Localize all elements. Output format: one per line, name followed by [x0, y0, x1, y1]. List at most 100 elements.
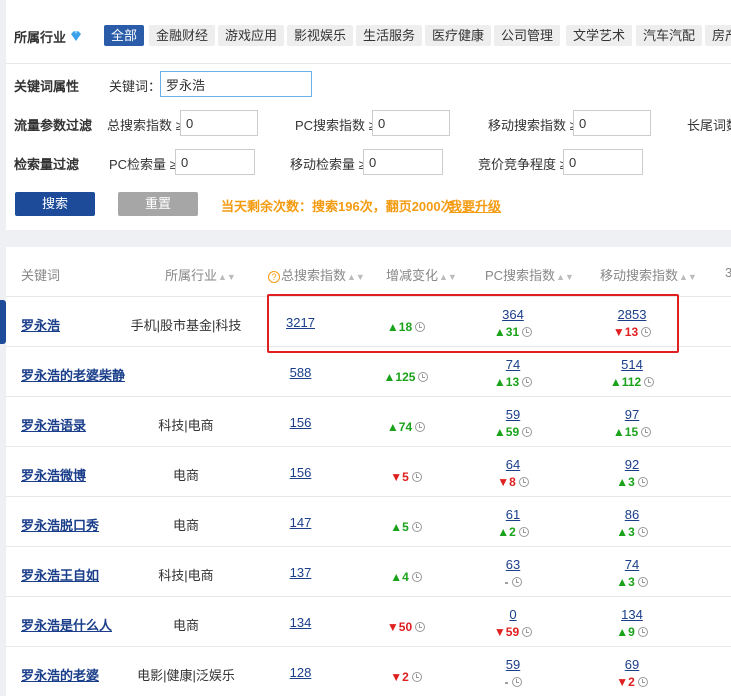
highlight-box [267, 294, 679, 353]
industry-tag-life-services[interactable]: 生活服务 [356, 25, 423, 46]
clock-icon[interactable] [637, 527, 648, 537]
keyword-link[interactable]: 罗永浩的老婆柴静 [21, 365, 125, 384]
total-index-link[interactable]: 137 [278, 565, 323, 580]
sort-icon: ▲▼ [439, 272, 457, 282]
clock-icon[interactable] [637, 477, 648, 487]
pc-index-link[interactable]: 63 [483, 557, 543, 572]
header-change[interactable]: 增减变化▲▼ [386, 265, 457, 284]
clock-icon[interactable] [411, 672, 422, 682]
keyword-link[interactable]: 罗永浩王自如 [21, 565, 99, 584]
header-more[interactable]: 3 [725, 265, 731, 280]
mobile-change-arrow-icon: ▲ [612, 425, 625, 439]
industry-tag-finance[interactable]: 金融财经 [149, 25, 216, 46]
mobile-change-cell: ▼2 [602, 674, 662, 689]
clock-icon[interactable] [522, 427, 533, 437]
quota-text: 当天剩余次数：搜索196次，翻页2000次 [221, 199, 454, 214]
diamond-icon [71, 31, 81, 41]
industry-tag-literature[interactable]: 文学艺术 [566, 25, 633, 46]
keyword-link[interactable]: 罗永浩的老婆 [21, 665, 99, 684]
bid-competition-label: 竞价竞争程度 ≥ [478, 157, 567, 172]
bid-competition-input[interactable] [563, 149, 643, 175]
clock-icon[interactable] [511, 577, 522, 587]
industry-tag-all[interactable]: 全部 [104, 25, 145, 46]
header-industry[interactable]: 所属行业▲▼ [165, 265, 236, 284]
help-icon[interactable]: ? [268, 271, 280, 283]
reset-button[interactable]: 重置 [118, 192, 198, 216]
clock-icon[interactable] [522, 377, 533, 387]
table-row: 罗永浩微博 电商 156 ▼5 64 ▼8 92 ▲3 [6, 446, 731, 496]
clock-icon[interactable] [411, 572, 422, 582]
industry-tag-medical[interactable]: 医疗健康 [425, 25, 492, 46]
keyword-field-label: 关键词： [109, 79, 162, 94]
total-index-link[interactable]: 588 [278, 365, 323, 380]
keyword-link[interactable]: 罗永浩是什么人 [21, 615, 112, 634]
pc-change-arrow-icon: ▼ [497, 475, 510, 489]
pc-index-link[interactable]: 0 [483, 607, 543, 622]
industry-tag-real-estate[interactable]: 房产 [705, 25, 731, 46]
total-index-link[interactable]: 156 [278, 415, 323, 430]
table-row: 罗永浩是什么人 电商 134 ▼50 0 ▼59 134 ▲9 [6, 596, 731, 646]
total-index-input[interactable] [180, 110, 258, 136]
clock-icon[interactable] [418, 372, 429, 382]
header-mobile-index[interactable]: 移动搜索指数▲▼ [600, 265, 697, 284]
clock-icon[interactable] [411, 472, 422, 482]
change-cell: ▲125 [371, 369, 441, 384]
keyword-link[interactable]: 罗永浩脱口秀 [21, 515, 99, 534]
mobile-index-link[interactable]: 514 [602, 357, 662, 372]
header-keyword[interactable]: 关键词 [21, 265, 60, 284]
clock-icon[interactable] [637, 577, 648, 587]
header-pc-index[interactable]: PC搜索指数▲▼ [485, 265, 574, 284]
total-index-link[interactable]: 128 [278, 665, 323, 680]
mobile-volume-input[interactable] [363, 149, 443, 175]
pc-index-link[interactable]: 64 [483, 457, 543, 472]
sort-icon: ▲▼ [679, 272, 697, 282]
search-button[interactable]: 搜索 [15, 192, 95, 216]
clock-icon[interactable] [637, 627, 648, 637]
header-total-index[interactable]: ? 总搜索指数▲▼ [268, 265, 365, 284]
pc-volume-input[interactable] [175, 149, 255, 175]
volume-filter-label: 检索量过滤 [14, 157, 80, 172]
industry-tag-auto[interactable]: 汽车汽配 [636, 25, 703, 46]
pc-index-link[interactable]: 74 [483, 357, 543, 372]
keyword-link[interactable]: 罗永浩 [21, 315, 60, 334]
clock-icon[interactable] [415, 422, 426, 432]
clock-icon[interactable] [522, 627, 533, 637]
mobile-index-link[interactable]: 92 [602, 457, 662, 472]
change-arrow-icon: ▲ [383, 370, 396, 384]
clock-icon[interactable] [518, 477, 529, 487]
mobile-index-link[interactable]: 97 [602, 407, 662, 422]
clock-icon[interactable] [641, 427, 652, 437]
industry-cell: 电商 [172, 518, 199, 533]
mobile-index-link[interactable]: 74 [602, 557, 662, 572]
change-value: 50 [398, 620, 413, 634]
pc-change-arrow-icon: ▲ [493, 425, 506, 439]
keyword-input[interactable] [160, 71, 312, 97]
clock-icon[interactable] [518, 527, 529, 537]
pc-index-link[interactable]: 61 [483, 507, 543, 522]
clock-icon[interactable] [644, 377, 655, 387]
total-index-link[interactable]: 134 [278, 615, 323, 630]
total-index-link[interactable]: 147 [278, 515, 323, 530]
mobile-index-input[interactable] [573, 110, 651, 136]
total-index-label: 总搜索指数 ≥ [107, 118, 183, 133]
pc-change-value: - [504, 575, 509, 589]
clock-icon[interactable] [511, 677, 522, 687]
mobile-index-link[interactable]: 86 [602, 507, 662, 522]
industry-tag-entertainment[interactable]: 影视娱乐 [287, 25, 354, 46]
industry-tag-management[interactable]: 公司管理 [494, 25, 561, 46]
clock-icon[interactable] [411, 522, 422, 532]
pc-index-link[interactable]: 59 [483, 657, 543, 672]
total-index-link[interactable]: 156 [278, 465, 323, 480]
mobile-index-link[interactable]: 69 [602, 657, 662, 672]
keyword-link[interactable]: 罗永浩微博 [21, 465, 86, 484]
upgrade-link[interactable]: 我要升级 [449, 196, 501, 215]
industry-tag-games[interactable]: 游戏应用 [218, 25, 285, 46]
keyword-link[interactable]: 罗永浩语录 [21, 415, 86, 434]
mobile-index-link[interactable]: 134 [602, 607, 662, 622]
pc-index-input[interactable] [372, 110, 450, 136]
pc-index-link[interactable]: 59 [483, 407, 543, 422]
keyword-attr-label: 关键词属性 [14, 79, 80, 94]
clock-icon[interactable] [637, 677, 648, 687]
industry-cell: 手机|股市基金|科技 [130, 318, 242, 333]
clock-icon[interactable] [415, 622, 426, 632]
